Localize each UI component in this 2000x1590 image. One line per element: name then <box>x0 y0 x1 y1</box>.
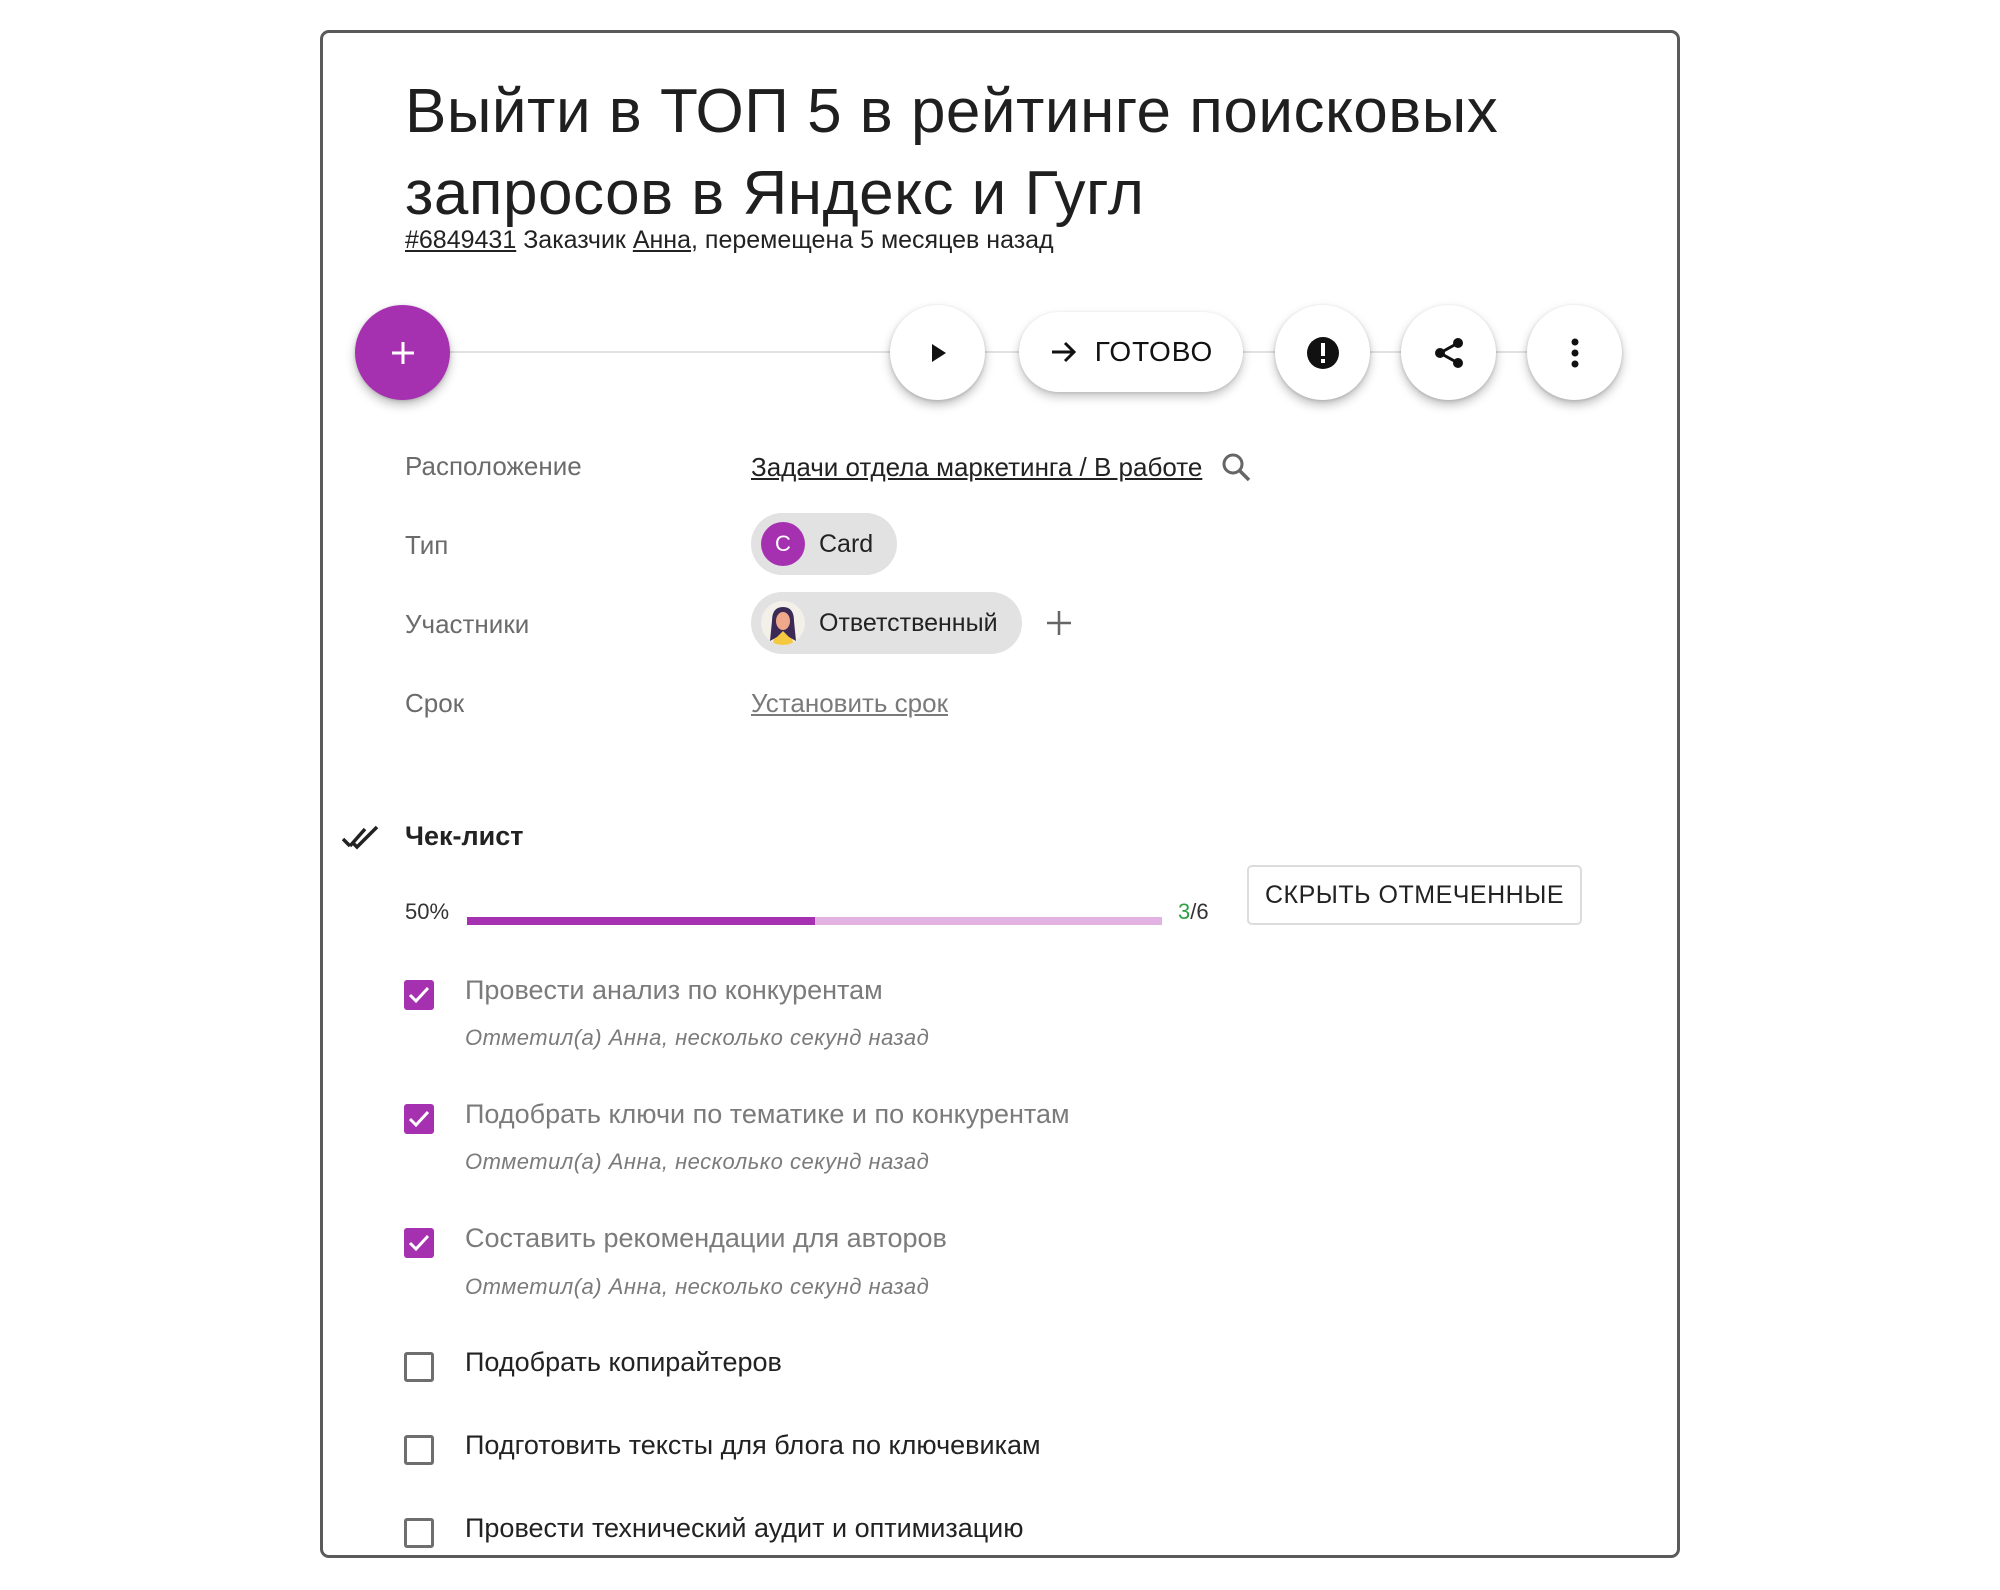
alert-button[interactable] <box>1275 305 1370 400</box>
checklist-item-note: Отметил(а) Анна, несколько секунд назад <box>465 1149 930 1174</box>
checklist-checkbox[interactable] <box>404 1518 434 1548</box>
member-role: Ответственный <box>819 608 998 637</box>
play-button[interactable] <box>890 305 985 400</box>
plus-icon <box>391 341 414 364</box>
location-field: Задачи отдела маркетинга / В работе <box>751 451 1252 483</box>
checklist-item-text[interactable]: Составить рекомендации для авторов <box>465 1223 947 1254</box>
checklist-checkbox[interactable] <box>404 1352 434 1382</box>
checklist-item-text[interactable]: Подготовить тексты для блога по ключевик… <box>465 1430 1041 1461</box>
checklist-item-text[interactable]: Подобрать ключи по тематике и по конкуре… <box>465 1099 1070 1130</box>
task-meta: #6849431 Заказчик Анна, перемещена 5 мес… <box>405 226 1054 255</box>
type-value: Card <box>819 529 874 558</box>
progress-bar-fill <box>467 917 815 925</box>
search-icon[interactable] <box>1220 451 1252 483</box>
type-letter-avatar: C <box>761 522 805 566</box>
add-button[interactable] <box>355 305 450 400</box>
moved-text: , перемещена 5 месяцев назад <box>691 226 1054 254</box>
customer-prefix: Заказчик <box>523 226 626 254</box>
progress-percent: 50% <box>405 899 450 924</box>
type-chip[interactable]: C Card <box>751 513 898 575</box>
total-count: /6 <box>1190 899 1209 924</box>
hide-checked-button[interactable]: СКРЫТЬ ОТМЕЧЕННЫЕ <box>1247 865 1582 925</box>
checkmark-icon <box>408 1234 430 1252</box>
deadline-label: Срок <box>405 688 465 718</box>
arrow-right-icon <box>1051 341 1076 363</box>
checklist-title: Чек-лист <box>405 821 524 851</box>
share-button[interactable] <box>1401 305 1496 400</box>
checklist-item-text[interactable]: Провести технический аудит и оптимизацию <box>465 1513 1024 1544</box>
members-label: Участники <box>405 609 530 639</box>
done-button[interactable]: ГОТОВО <box>1019 312 1243 392</box>
checklist-checkbox[interactable] <box>404 1228 434 1258</box>
task-title: Выйти в ТОП 5 в рейтинге поисковых запро… <box>405 77 1499 228</box>
customer-link[interactable]: Анна <box>633 226 691 254</box>
type-label: Тип <box>405 530 449 560</box>
exclamation-circle-icon <box>1306 336 1339 369</box>
more-vertical-icon <box>1571 338 1578 367</box>
checklist-checkbox[interactable] <box>404 1435 434 1465</box>
done-label: ГОТОВО <box>1094 336 1214 367</box>
progress-bar <box>467 917 1162 925</box>
checklist-item-note: Отметил(а) Анна, несколько секунд назад <box>465 1274 930 1299</box>
location-link[interactable]: Задачи отдела маркетинга / В работе <box>751 452 1202 483</box>
checklist-item-note: Отметил(а) Анна, несколько секунд назад <box>465 1025 930 1050</box>
checkmark-icon <box>408 986 430 1004</box>
checklist-checkbox[interactable] <box>404 1104 434 1134</box>
location-label: Расположение <box>405 451 582 481</box>
done-count: 3 <box>1178 899 1191 924</box>
set-deadline-link[interactable]: Установить срок <box>751 688 948 719</box>
double-check-icon <box>341 825 379 850</box>
members-field: Ответственный <box>751 592 1074 654</box>
checklist-checkbox[interactable] <box>404 980 434 1010</box>
progress-count: 3/6 <box>1178 899 1209 925</box>
task-card: Выйти в ТОП 5 в рейтинге поисковых запро… <box>320 30 1680 1558</box>
task-id-link[interactable]: #6849431 <box>405 226 516 254</box>
add-member-icon[interactable] <box>1044 608 1074 638</box>
share-icon <box>1434 337 1463 368</box>
checkmark-icon <box>408 1110 430 1128</box>
more-button[interactable] <box>1527 305 1622 400</box>
checklist-item-text[interactable]: Провести анализ по конкурентам <box>465 975 883 1006</box>
avatar <box>761 601 805 645</box>
checklist-item-text[interactable]: Подобрать копирайтеров <box>465 1347 782 1378</box>
play-icon <box>931 343 946 362</box>
member-chip[interactable]: Ответственный <box>751 592 1022 654</box>
user-avatar-icon <box>770 607 796 645</box>
